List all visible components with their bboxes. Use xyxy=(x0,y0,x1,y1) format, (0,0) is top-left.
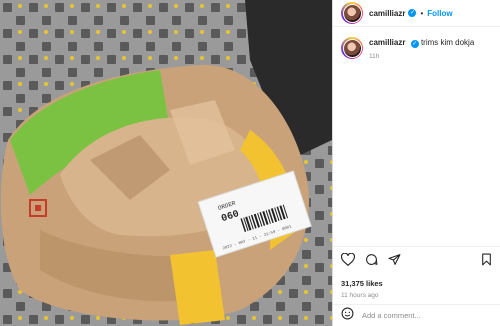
post-sidebar: camilliazr ✓ • Follow camilliazr ✓ trims… xyxy=(332,0,500,326)
separator-dot: • xyxy=(420,8,424,18)
verified-badge-icon: ✓ xyxy=(408,9,417,17)
caption-time[interactable]: 11h xyxy=(369,51,474,62)
avatar[interactable] xyxy=(341,2,363,24)
post-timestamp[interactable]: 11 hours ago xyxy=(341,292,492,299)
comment-box: Add a comment... xyxy=(333,304,500,326)
action-bar: 31,375 likes 11 hours ago xyxy=(333,246,500,299)
follow-button[interactable]: Follow xyxy=(427,9,452,18)
caption-avatar[interactable] xyxy=(341,37,363,59)
paper-bag-photo: ORDER 060 2022 - MAY - 11 - 21:59 - 0001 xyxy=(0,0,332,326)
header-username[interactable]: camilliazr xyxy=(369,9,405,18)
post-header: camilliazr ✓ • Follow xyxy=(333,0,500,27)
heart-icon[interactable] xyxy=(340,252,356,271)
bookmark-icon[interactable] xyxy=(481,253,492,271)
caption-username[interactable]: camilliazr xyxy=(369,38,405,47)
smiley-icon[interactable] xyxy=(341,307,354,325)
comment-input[interactable]: Add a comment... xyxy=(362,311,421,320)
caption-text: trims kim dokja xyxy=(420,38,475,47)
instagram-post: ORDER 060 2022 - MAY - 11 - 21:59 - 0001 xyxy=(0,0,500,326)
comment-bubble-icon[interactable] xyxy=(365,253,378,271)
paper-plane-icon[interactable] xyxy=(388,253,401,271)
post-photo[interactable]: ORDER 060 2022 - MAY - 11 - 21:59 - 0001 xyxy=(0,0,332,326)
likes-count[interactable]: 31,375 likes xyxy=(341,279,492,288)
caption: camilliazr ✓ trims kim dokja 11h xyxy=(333,27,500,62)
caption-verified-badge-icon: ✓ xyxy=(410,40,419,48)
